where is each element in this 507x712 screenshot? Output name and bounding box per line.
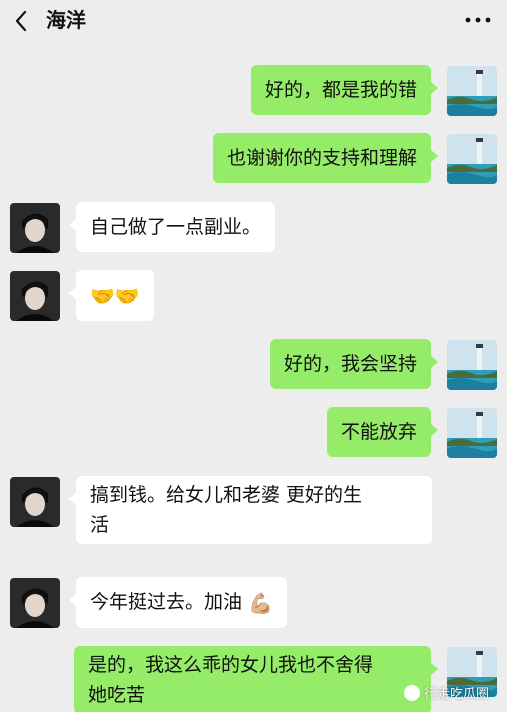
message-text-line: 是的，我这么乖的女儿我也不舍得 <box>88 654 374 676</box>
message-text-line: 活 <box>90 514 110 536</box>
message-text: 今年挺过去。加油 <box>90 591 243 613</box>
message-text-line: 她吃苦 <box>88 684 146 706</box>
watermark: 行走吃瓜圈 <box>403 683 489 702</box>
message-row: 好的，我会坚持 <box>0 338 507 394</box>
message-bubble[interactable]: 也谢谢你的支持和理解 <box>212 133 439 183</box>
message-bubble[interactable]: 搞到钱。给女儿和老婆 更好的生 活 <box>69 476 432 544</box>
ellipsis-icon[interactable] <box>463 10 493 30</box>
message-row: 好的，都是我的错 <box>0 64 507 120</box>
my-avatar[interactable] <box>447 66 497 116</box>
message-text: 也谢谢你的支持和理解 <box>226 147 417 169</box>
message-row: 不能放弃 <box>0 406 507 462</box>
message-bubble[interactable]: 是的，我这么乖的女儿我也不舍得 她吃苦 <box>74 646 438 712</box>
message-text: 好的，都是我的错 <box>264 79 417 101</box>
my-avatar[interactable] <box>447 408 497 458</box>
message-text: 好的，我会坚持 <box>283 353 417 375</box>
my-avatar[interactable] <box>447 134 497 184</box>
message-bubble[interactable]: 自己做了一点副业。 <box>68 202 276 252</box>
message-row: 🤝🤝 <box>0 269 507 325</box>
message-row: 今年挺过去。加油 💪🏼 <box>0 576 507 632</box>
contact-avatar[interactable] <box>10 203 60 253</box>
my-avatar[interactable] <box>447 340 497 390</box>
message-row: 自己做了一点副业。 <box>0 201 507 257</box>
message-bubble[interactable]: 今年挺过去。加油 💪🏼 <box>69 577 287 628</box>
message-text-line: 搞到钱。给女儿和老婆 更好的生 <box>90 484 363 506</box>
message-text: 自己做了一点副业。 <box>90 216 262 238</box>
contact-avatar[interactable] <box>10 271 60 321</box>
message-bubble[interactable]: 不能放弃 <box>326 407 439 457</box>
message-row: 也谢谢你的支持和理解 <box>0 132 507 188</box>
watermark-text: 行走吃瓜圈 <box>423 687 489 702</box>
message-bubble[interactable]: 好的，我会坚持 <box>269 339 439 389</box>
contact-avatar[interactable] <box>10 578 60 628</box>
wechat-logo-icon <box>403 684 420 701</box>
message-row: 搞到钱。给女儿和老婆 更好的生 活 <box>0 475 507 565</box>
message-text: 不能放弃 <box>340 421 417 443</box>
contact-avatar[interactable] <box>10 477 60 527</box>
flexed-biceps-emoji: 💪🏼 <box>248 590 273 615</box>
chat-title: 海洋 <box>46 8 86 32</box>
chevron-left-icon[interactable] <box>8 6 38 36</box>
message-bubble[interactable]: 🤝🤝 <box>69 270 154 321</box>
chat-header: 海洋 <box>0 0 507 44</box>
message-bubble[interactable]: 好的，都是我的错 <box>250 65 439 115</box>
handshake-emoji: 🤝🤝 <box>90 283 140 308</box>
